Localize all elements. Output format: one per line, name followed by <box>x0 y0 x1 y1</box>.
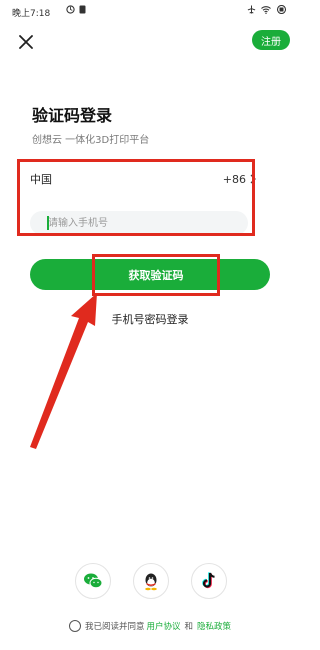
agreement-checkbox[interactable] <box>68 620 81 632</box>
status-left-icons <box>66 5 86 14</box>
password-login-link[interactable]: 手机号密码登录 <box>100 311 200 327</box>
notification-icon <box>66 5 75 14</box>
airplane-icon <box>247 5 256 14</box>
qq-icon <box>145 573 157 590</box>
close-button[interactable] <box>14 30 38 54</box>
tiktok-login-button[interactable] <box>191 563 227 599</box>
wechat-login-button[interactable] <box>75 563 111 599</box>
battery-icon <box>276 5 287 14</box>
sim-icon <box>79 5 86 14</box>
privacy-policy-link[interactable]: 隐私政策 <box>197 620 231 632</box>
annotation-highlight-button <box>92 254 220 296</box>
status-right-icons <box>247 5 288 14</box>
wifi-icon <box>261 5 271 14</box>
register-button[interactable]: 注册 <box>252 30 290 50</box>
status-bar: 晚上7:18 <box>0 0 300 24</box>
annotation-highlight-form <box>17 159 255 236</box>
agreement-prefix: 我已阅读并同意 <box>84 622 145 632</box>
close-icon <box>19 35 33 49</box>
wechat-icon <box>84 573 103 589</box>
agreement-and: 和 <box>184 622 194 632</box>
user-agreement-link[interactable]: 用户协议 <box>146 620 180 632</box>
status-time: 晚上7:18 <box>12 9 51 19</box>
page-title: 验证码登录 <box>32 106 113 125</box>
page-subtitle: 创想云 一体化3D打印平台 <box>32 135 150 146</box>
tiktok-icon <box>202 572 215 589</box>
qq-login-button[interactable] <box>133 563 169 599</box>
agreement-row: 我已阅读并同意 用户协议 和 隐私政策 <box>0 620 300 632</box>
